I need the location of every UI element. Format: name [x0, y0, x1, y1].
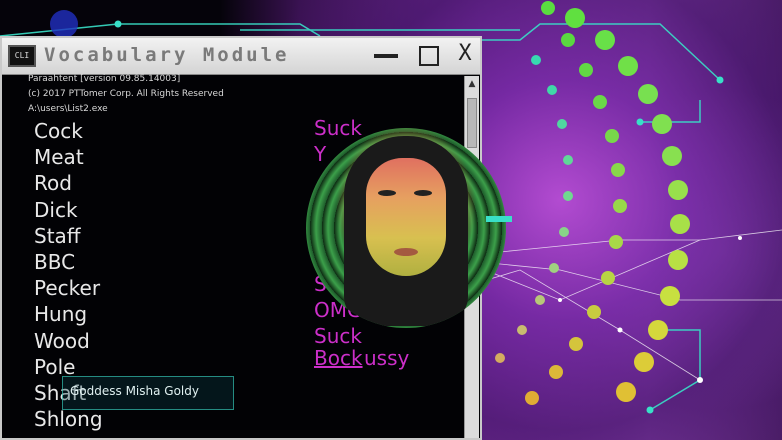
scroll-up-arrow-icon[interactable]: ▲: [465, 76, 479, 92]
window-title: Vocabulary Module: [44, 44, 290, 66]
portrait-image: [306, 128, 506, 328]
console-version-line: Paraahtent [version 09.85.14003]: [28, 74, 181, 84]
console-header: Paraahtent [version 09.85.14003] (c) 201…: [28, 72, 224, 117]
console-copyright-line: (c) 2017 PTTomer Corp. All Rights Reserv…: [28, 89, 224, 99]
overlay-word: Suck: [314, 116, 362, 140]
caption-text: Goddess Misha Goldy: [70, 384, 199, 398]
overlay-word: Suck: [314, 324, 362, 348]
list-item: Hung: [34, 302, 88, 327]
hud-marker: [486, 216, 512, 222]
portrait-lips: [394, 248, 418, 256]
list-item: BBC: [34, 249, 76, 274]
portrait-eye: [378, 190, 396, 196]
list-item: Staff: [34, 223, 81, 248]
list-item: Dick: [34, 197, 78, 222]
console-path-line: A:\users\List2.exe: [28, 104, 108, 114]
minimize-button[interactable]: [374, 54, 398, 58]
list-item: Wood: [34, 328, 90, 353]
portrait-face: [366, 158, 446, 276]
overlay-word: ussy: [364, 346, 410, 370]
terminal-icon: CLI: [8, 45, 36, 67]
overlay-word: Bock: [314, 346, 363, 370]
scroll-thumb[interactable]: [467, 98, 477, 148]
close-button[interactable]: X: [454, 41, 476, 69]
overlay-word: Y: [314, 142, 327, 166]
list-item: Cock: [34, 119, 83, 143]
portrait-eye: [414, 190, 432, 196]
list-item: Meat: [34, 145, 84, 170]
list-item: Pecker: [34, 276, 101, 301]
list-item: Rod: [34, 171, 72, 196]
maximize-button[interactable]: [419, 46, 439, 66]
window-titlebar[interactable]: CLI Vocabulary Module X: [2, 38, 480, 75]
